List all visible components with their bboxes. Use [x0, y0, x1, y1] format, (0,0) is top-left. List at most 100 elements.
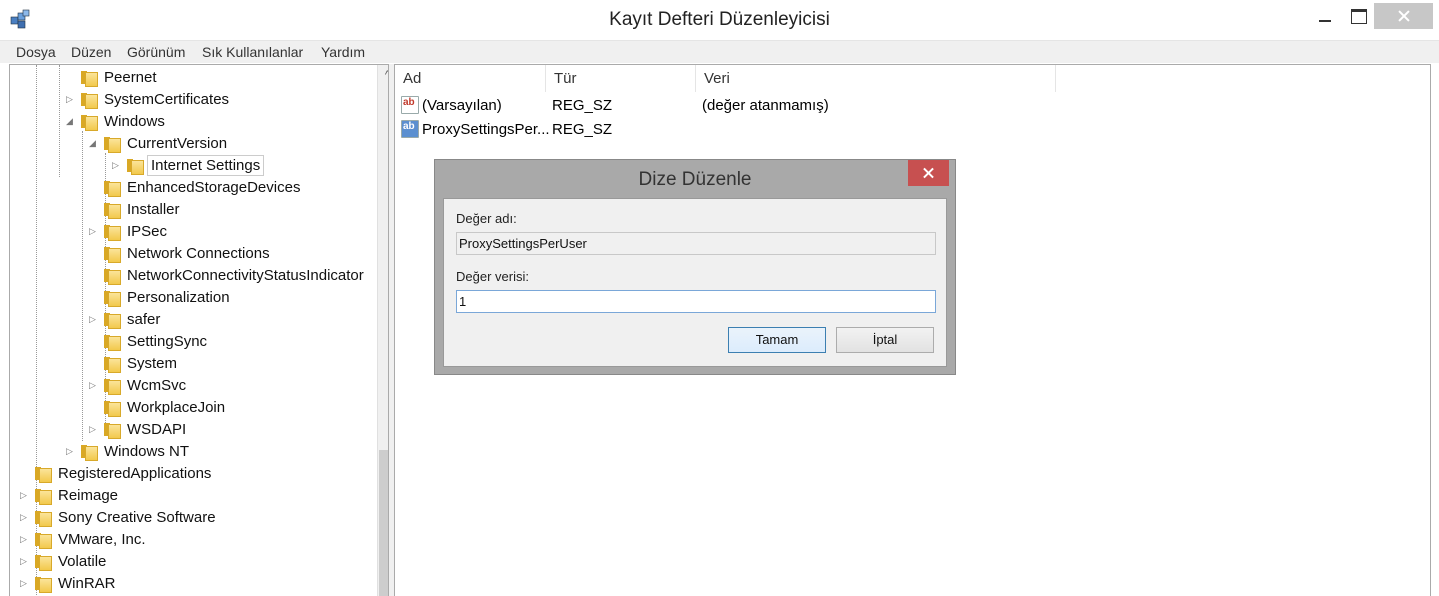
tree-item-label: System	[127, 355, 178, 372]
folder-icon	[81, 92, 98, 109]
folder-icon	[104, 334, 121, 351]
column-header-name[interactable]: Ad	[395, 65, 546, 92]
cancel-button[interactable]: İptal	[836, 327, 934, 353]
menu-favorites[interactable]: Sık Kullanılanlar	[202, 44, 303, 60]
tree-item-label: safer	[127, 311, 161, 328]
folder-icon	[81, 70, 98, 87]
tree-connector	[82, 131, 83, 441]
folder-icon	[104, 180, 121, 197]
expander-icon[interactable]	[89, 204, 99, 214]
folder-icon	[127, 158, 144, 175]
menu-edit[interactable]: Düzen	[71, 44, 111, 60]
tree-item-label: Peernet	[104, 69, 157, 86]
expander-icon[interactable]: ▷	[112, 160, 122, 170]
close-button[interactable]	[1374, 3, 1433, 29]
folder-icon	[81, 444, 98, 461]
folder-icon	[81, 114, 98, 131]
tree-item-label: WSDAPI	[127, 421, 187, 438]
dialog-close-button[interactable]	[908, 160, 949, 186]
folder-icon	[104, 290, 121, 307]
menu-help[interactable]: Yardım	[321, 44, 365, 60]
folder-icon	[35, 466, 52, 483]
tree-item-label: SystemCertificates	[104, 91, 230, 108]
value-type: REG_SZ	[552, 97, 613, 114]
tree-item-label: NetworkConnectivityStatusIndicator	[127, 267, 364, 284]
expander-icon[interactable]: ▷	[20, 534, 30, 544]
folder-icon	[35, 554, 52, 571]
expander-icon[interactable]: ▷	[20, 556, 30, 566]
folder-icon	[35, 576, 52, 593]
value-data-field[interactable]	[456, 290, 936, 313]
expander-icon[interactable]: ▷	[66, 94, 76, 104]
tree-item-label: VMware, Inc.	[58, 531, 146, 548]
tree-item-label: CurrentVersion	[127, 135, 228, 152]
expander-icon[interactable]: ◢	[89, 138, 99, 148]
minimize-button[interactable]	[1307, 3, 1343, 29]
scroll-up-icon[interactable]: ^	[378, 65, 388, 85]
expander-icon[interactable]	[89, 336, 99, 346]
tree-item-label: Network Connections	[127, 245, 270, 262]
folder-icon	[104, 136, 121, 153]
window-title: Kayıt Defteri Düzenleyicisi	[609, 9, 830, 30]
value-name-field[interactable]	[456, 232, 936, 255]
expander-icon[interactable]	[89, 182, 99, 192]
expander-icon[interactable]: ▷	[89, 424, 99, 434]
column-header-data[interactable]: Veri	[696, 65, 1056, 92]
expander-icon[interactable]: ▷	[89, 380, 99, 390]
expander-icon[interactable]	[89, 402, 99, 412]
tree-item-label: RegisteredApplications	[58, 465, 212, 482]
expander-icon[interactable]	[89, 248, 99, 258]
tree-scrollbar[interactable]: ^	[377, 65, 388, 596]
folder-icon	[104, 422, 121, 439]
tree-item-label: Volatile	[58, 553, 107, 570]
value-data-label: Değer verisi:	[456, 269, 529, 284]
expander-icon[interactable]	[89, 358, 99, 368]
edit-string-dialog: Dize Düzenle Değer adı: Değer verisi: Ta…	[434, 159, 956, 375]
expander-icon[interactable]: ▷	[89, 226, 99, 236]
expander-icon[interactable]	[89, 270, 99, 280]
value-name: (Varsayılan)	[422, 97, 502, 114]
expander-icon[interactable]	[89, 292, 99, 302]
maximize-button[interactable]	[1340, 3, 1376, 29]
tree-item-label: WcmSvc	[127, 377, 187, 394]
menu-view[interactable]: Görünüm	[127, 44, 185, 60]
ok-button[interactable]: Tamam	[728, 327, 826, 353]
tree-item-label: IPSec	[127, 223, 168, 240]
folder-icon	[104, 268, 121, 285]
expander-icon[interactable]: ▷	[20, 512, 30, 522]
folder-icon	[35, 488, 52, 505]
menu-file[interactable]: Dosya	[16, 44, 56, 60]
folder-icon	[104, 246, 121, 263]
registry-tree[interactable]: Peernet ▷ SystemCertificates ◢ Windows ◢…	[9, 64, 389, 596]
tree-item-label: Windows NT	[104, 443, 190, 460]
value-name-label: Değer adı:	[456, 211, 517, 226]
value-row[interactable]: ab ProxySettingsPer... REG_SZ	[395, 117, 1430, 141]
string-value-icon: ab	[401, 120, 419, 138]
expander-icon[interactable]: ▷	[89, 314, 99, 324]
tree-item-label: Reimage	[58, 487, 119, 504]
dialog-body: Değer adı: Değer verisi: Tamam İptal	[443, 198, 947, 367]
value-row[interactable]: ab (Varsayılan) REG_SZ (değer atanmamış)	[395, 93, 1430, 117]
tree-item-label: Windows	[104, 113, 165, 130]
expander-icon[interactable]	[20, 468, 30, 478]
expander-icon[interactable]	[66, 72, 76, 82]
expander-icon[interactable]: ◢	[66, 116, 76, 126]
value-type: REG_SZ	[552, 121, 613, 138]
expander-icon[interactable]: ▷	[20, 578, 30, 588]
menu-bar: Dosya Düzen Görünüm Sık Kullanılanlar Ya…	[0, 40, 1439, 63]
scrollbar-thumb[interactable]	[379, 450, 388, 596]
folder-icon	[104, 312, 121, 329]
tree-item-label: WinRAR	[58, 575, 116, 592]
folder-icon	[104, 356, 121, 373]
folder-icon	[104, 378, 121, 395]
expander-icon[interactable]: ▷	[20, 490, 30, 500]
tree-item-label: EnhancedStorageDevices	[127, 179, 301, 196]
tree-connector	[59, 65, 60, 177]
folder-icon	[35, 510, 52, 527]
expander-icon[interactable]: ▷	[66, 446, 76, 456]
column-header-type[interactable]: Tür	[546, 65, 696, 92]
value-data: (değer atanmamış)	[702, 97, 829, 114]
value-name: ProxySettingsPer...	[422, 121, 550, 138]
folder-icon	[104, 202, 121, 219]
string-value-icon: ab	[401, 96, 419, 114]
